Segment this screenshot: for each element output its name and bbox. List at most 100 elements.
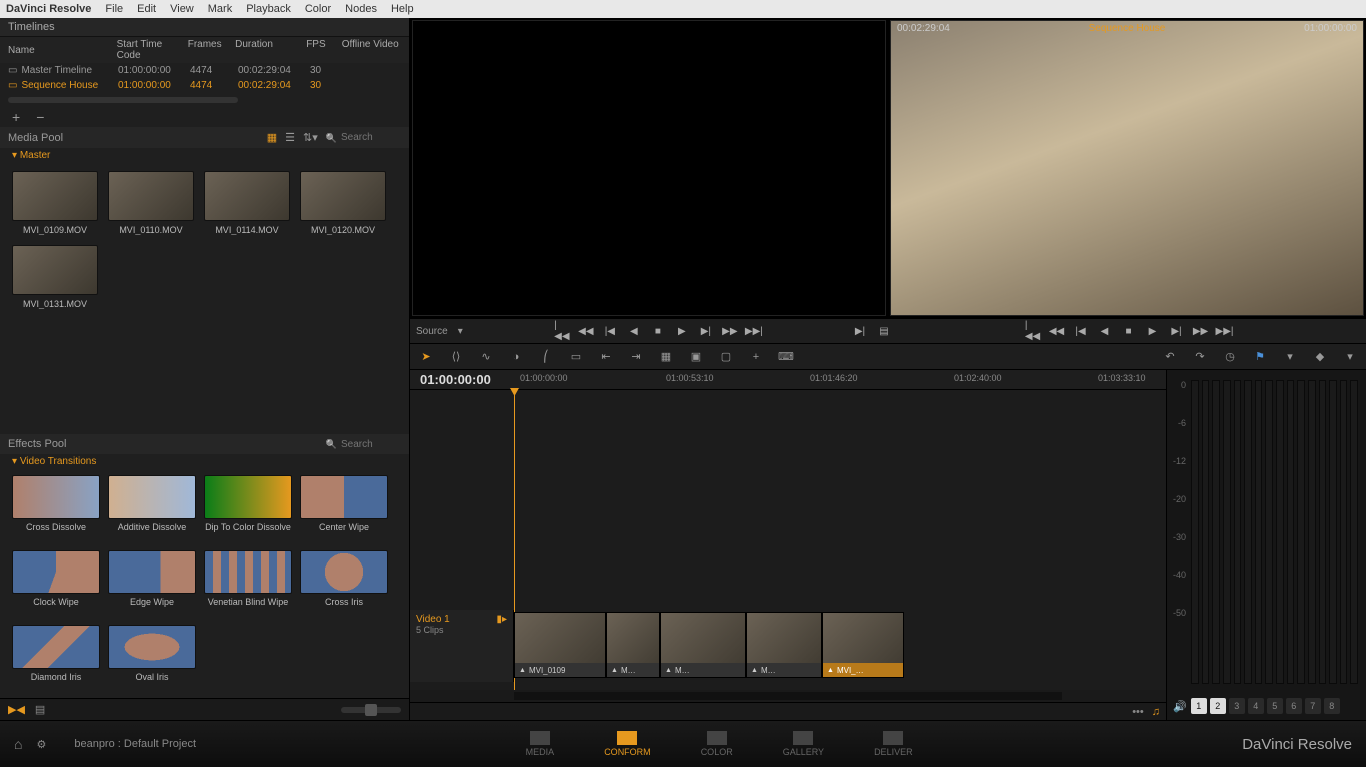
meter-channel-button[interactable]: 6 xyxy=(1286,698,1302,714)
undo-icon[interactable]: ↶ xyxy=(1162,349,1178,365)
play-rev-icon[interactable]: ◀ xyxy=(1098,324,1112,338)
trim-tool-icon[interactable]: ◑ xyxy=(508,349,524,365)
last-frame-icon[interactable]: ▶▶| xyxy=(1218,324,1232,338)
menu-item[interactable]: View xyxy=(170,3,194,15)
media-clip[interactable]: MVI_0131.MOV xyxy=(12,245,98,309)
first-frame-icon[interactable]: |◀◀ xyxy=(1026,324,1040,338)
mark-in-icon[interactable]: ⎛ xyxy=(538,349,554,365)
step-fwd-icon[interactable]: ▶▶ xyxy=(1194,324,1208,338)
media-clip[interactable]: MVI_0110.MOV xyxy=(108,171,194,235)
col-start[interactable]: Start Time Code xyxy=(117,39,188,61)
play-rev-icon[interactable]: ◀ xyxy=(627,324,641,338)
menu-item[interactable]: Edit xyxy=(137,3,156,15)
effect-item[interactable]: Oval Iris xyxy=(108,625,196,692)
workspace-tab-media[interactable]: MEDIA xyxy=(526,731,555,757)
menu-item[interactable]: Playback xyxy=(246,3,291,15)
meter-channel-button[interactable]: 4 xyxy=(1248,698,1264,714)
col-offline[interactable]: Offline Video xyxy=(342,39,401,61)
media-clip[interactable]: MVI_0114.MOV xyxy=(204,171,290,235)
snap-icon[interactable]: ▣ xyxy=(688,349,704,365)
pointer-tool-icon[interactable]: ➤ xyxy=(418,349,434,365)
waveform-toggle-icon[interactable]: ♫ xyxy=(1152,706,1160,718)
col-dur[interactable]: Duration xyxy=(235,39,306,61)
effect-item[interactable]: Clock Wipe xyxy=(12,550,100,617)
zoom-slider[interactable] xyxy=(341,707,401,713)
timeline-clip[interactable]: ▲M… xyxy=(606,612,660,678)
play-icon[interactable]: ▶ xyxy=(675,324,689,338)
timeline-clip[interactable]: ▲MVI_… xyxy=(822,612,904,678)
remove-button[interactable]: − xyxy=(36,109,44,125)
effect-item[interactable]: Center Wipe xyxy=(300,475,388,542)
effects-category[interactable]: ▾ Video Transitions xyxy=(0,454,409,469)
link-tool-icon[interactable]: ∿ xyxy=(478,349,494,365)
options-icon[interactable]: ••• xyxy=(1132,706,1144,718)
keyboard-icon[interactable]: ⌨ xyxy=(778,349,794,365)
search-icon[interactable] xyxy=(326,438,337,450)
add-icon[interactable]: + xyxy=(748,349,764,365)
media-clip[interactable]: MVI_0109.MOV xyxy=(12,171,98,235)
step-fwd-icon[interactable]: ▶▶ xyxy=(723,324,737,338)
col-fps[interactable]: FPS xyxy=(306,39,342,61)
effect-item[interactable]: Additive Dissolve xyxy=(108,475,196,542)
blade-tool-icon[interactable]: ⟨⟩ xyxy=(448,349,464,365)
workspace-tab-deliver[interactable]: DELIVER xyxy=(874,731,913,757)
prev-icon[interactable]: |◀ xyxy=(603,324,617,338)
meter-channel-button[interactable]: 1 xyxy=(1191,698,1207,714)
effect-item[interactable]: Diamond Iris xyxy=(12,625,100,692)
timeline-tracks[interactable]: ▮▸ Video 1 5 Clips ▲MVI_0109▲M…▲M…▲M…▲MV… xyxy=(410,390,1166,690)
stop-icon[interactable]: ■ xyxy=(1122,324,1136,338)
next-icon[interactable]: ▶| xyxy=(699,324,713,338)
menu-item[interactable]: File xyxy=(105,3,123,15)
program-viewer[interactable]: 00:02:29:04 Sequence House 01:00:00:00 xyxy=(890,20,1364,316)
timeline-clip[interactable]: ▲MVI_0109 xyxy=(514,612,606,678)
tag-icon[interactable]: ◆ xyxy=(1312,349,1328,365)
meter-channel-button[interactable]: 2 xyxy=(1210,698,1226,714)
mediapool-search[interactable] xyxy=(341,132,401,143)
home-icon[interactable] xyxy=(14,736,22,752)
workspace-tab-conform[interactable]: CONFORM xyxy=(604,731,651,757)
marker-icon[interactable]: ▢ xyxy=(718,349,734,365)
tag-dropdown-icon[interactable]: ▾ xyxy=(1342,349,1358,365)
menu-item[interactable]: Mark xyxy=(208,3,232,15)
meter-channel-button[interactable]: 3 xyxy=(1229,698,1245,714)
fit-icon[interactable]: ▦ xyxy=(658,349,674,365)
master-folder[interactable]: ▾ Master xyxy=(0,148,409,163)
meter-channel-button[interactable]: 7 xyxy=(1305,698,1321,714)
source-dropdown[interactable]: Source xyxy=(416,326,448,337)
replace-icon[interactable]: ⇥ xyxy=(628,349,644,365)
col-name[interactable]: Name xyxy=(8,39,117,61)
timeline-row[interactable]: ▭Master Timeline 01:00:00:00 4474 00:02:… xyxy=(0,63,409,78)
redo-icon[interactable]: ↷ xyxy=(1192,349,1208,365)
effect-item[interactable]: Cross Iris xyxy=(300,550,388,617)
timeline-row[interactable]: ▭Sequence House 01:00:00:00 4474 00:02:2… xyxy=(0,78,409,93)
insert-icon[interactable]: ▭ xyxy=(568,349,584,365)
scrollbar[interactable] xyxy=(8,97,238,103)
prev-icon[interactable]: |◀ xyxy=(1074,324,1088,338)
source-viewer[interactable] xyxy=(412,20,886,316)
page-icon[interactable]: ▤ xyxy=(35,703,45,716)
menu-item[interactable]: Color xyxy=(305,3,331,15)
loop-icon[interactable]: ▶| xyxy=(853,324,867,338)
menu-item[interactable]: Help xyxy=(391,3,414,15)
meter-channel-button[interactable]: 5 xyxy=(1267,698,1283,714)
search-icon[interactable] xyxy=(326,132,337,144)
dropdown-icon[interactable]: ▾ xyxy=(458,326,463,337)
add-button[interactable]: + xyxy=(12,109,20,125)
list-view-icon[interactable]: ☰ xyxy=(285,131,295,144)
flag-icon[interactable]: ⚑ xyxy=(1252,349,1268,365)
camera-icon[interactable]: ▮▸ xyxy=(496,614,507,625)
timeline-clip[interactable]: ▲M… xyxy=(660,612,746,678)
butterfly-icon[interactable]: ▶◀ xyxy=(8,703,25,716)
effect-item[interactable]: Cross Dissolve xyxy=(12,475,100,542)
col-frames[interactable]: Frames xyxy=(188,39,235,61)
sort-icon[interactable]: ⇅▾ xyxy=(303,131,318,144)
history-icon[interactable]: ◷ xyxy=(1222,349,1238,365)
first-frame-icon[interactable]: |◀◀ xyxy=(555,324,569,338)
stop-icon[interactable]: ■ xyxy=(651,324,665,338)
timeline-scrollbar[interactable] xyxy=(514,692,1062,700)
step-back-icon[interactable]: ◀◀ xyxy=(579,324,593,338)
next-icon[interactable]: ▶| xyxy=(1170,324,1184,338)
last-frame-icon[interactable]: ▶▶| xyxy=(747,324,761,338)
menu-item[interactable]: DaVinci Resolve xyxy=(6,3,91,15)
media-clip[interactable]: MVI_0120.MOV xyxy=(300,171,386,235)
